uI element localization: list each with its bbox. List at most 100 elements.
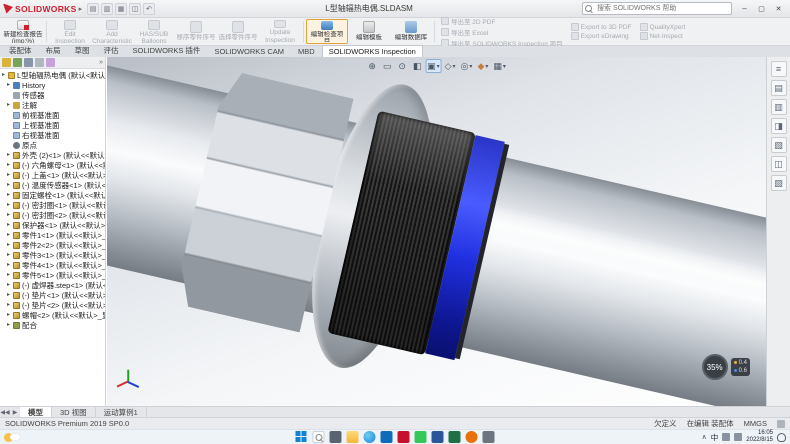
section-view-icon[interactable] [410,59,424,73]
dimxpert-tab[interactable] [35,58,44,67]
tree-item[interactable]: 零件3<1> (默认<<默认>_显示状态 [0,250,105,260]
net-inspect-button[interactable]: Net-Inspect [640,32,686,40]
tree-item[interactable]: 零件4<1> (默认<<默认>_显示状态 [0,260,105,270]
settings-icon[interactable] [483,431,495,443]
tab-assembly[interactable]: 装配体 [2,43,39,57]
tree-item[interactable]: 上视基准面 [0,120,105,130]
tab-layout[interactable]: 布局 [39,43,68,57]
ime-indicator[interactable]: 中 [711,432,719,443]
minimize-button[interactable] [736,1,753,16]
tree-item[interactable]: 保护器<1> (默认<<默认>_显示状 [0,220,105,230]
export-2d-pdf-button[interactable]: 导出至 2D PDF [441,16,563,26]
model-tab[interactable]: 模型 [20,407,52,417]
word-icon[interactable] [432,431,444,443]
configuration-manager-tab[interactable] [24,58,33,67]
export-3d-pdf-button[interactable]: Export to 3D PDF [571,23,632,31]
search-icon[interactable] [313,431,325,443]
weather-widget[interactable] [4,433,20,442]
zoom-fit-icon[interactable] [365,59,379,73]
export-edrawing-button[interactable]: Export eDrawing [571,32,632,40]
features-manager-tab[interactable] [2,58,11,67]
tree-item[interactable]: 原点 [0,140,105,150]
status-options-icon[interactable] [777,420,785,428]
export-excel-button[interactable]: 导出至 Excel [441,27,563,37]
tree-item[interactable]: (-) 六角螺母<1> (默认<<默认>_显 [0,160,105,170]
close-button[interactable] [770,1,787,16]
wechat-icon[interactable] [415,431,427,443]
tree-item[interactable]: 前视基准面 [0,110,105,120]
tree-item[interactable]: (-) 密封圈<2> (默认<<默认>_显示 [0,210,105,220]
excel-icon[interactable] [449,431,461,443]
tree-item[interactable]: 传感器 [0,90,105,100]
file-explorer-icon[interactable] [347,431,359,443]
tree-item[interactable]: 固定螺栓<1> (默认<<默认>_显示 [0,190,105,200]
browser-icon[interactable] [466,431,478,443]
tab-solidworks-cam[interactable]: SOLIDWORKS CAM [207,45,291,57]
tab-scroll-right-icon[interactable] [10,407,20,417]
property-manager-tab[interactable] [13,58,22,67]
graphics-viewport[interactable]: 35% 0.4 0.6 [107,57,766,406]
select-balloons-button[interactable]: 选择零件序号 [217,19,259,44]
display-style-icon[interactable] [443,59,458,73]
edit-template-button[interactable]: 编辑模板 [348,19,390,44]
save-icon[interactable] [115,3,127,15]
print-icon[interactable] [129,3,141,15]
search-input[interactable] [582,2,732,15]
edit-inspection-project-button[interactable]: 编辑检查项目 [306,19,348,44]
balloons-button[interactable]: HAS/SUB Balloons [133,19,175,44]
3d-model[interactable] [107,57,766,406]
3d-views-tab[interactable]: 3D 视图 [52,407,96,417]
store-icon[interactable] [381,431,393,443]
tree-item[interactable]: (-) 密封圈<1> (默认<<默认>_显示 [0,200,105,210]
appearances-icon[interactable] [475,59,490,73]
custom-properties-icon[interactable] [771,156,787,172]
forum-icon[interactable] [771,175,787,191]
qualityxpert-button[interactable]: QualityXpert [640,23,686,31]
tree-item[interactable]: 零件1<1> (默认<<默认>_显示状态 [0,230,105,240]
tab-evaluate[interactable]: 评估 [97,43,126,57]
tree-item-mates[interactable]: 配合 [0,320,105,330]
tree-item[interactable]: 零件2<2> (默认<<默认>_显示状态 [0,240,105,250]
maximize-button[interactable] [753,1,770,16]
hide-items-icon[interactable] [459,59,475,73]
tree-item[interactable]: 螺帽<2> (默认<<默认>_显示状态 [0,310,105,320]
display-manager-tab[interactable] [46,58,55,67]
tree-item[interactable]: 零件5<1> (默认<<默认>_显示状 [0,270,105,280]
tray-expand-icon[interactable] [702,433,707,441]
start-icon[interactable] [296,431,308,443]
tab-mbd[interactable]: MBD [291,45,322,57]
tree-item[interactable]: History [0,80,105,90]
task-view-icon[interactable] [330,431,342,443]
motion-study-tab[interactable]: 运动算例1 [96,407,147,417]
tree-item[interactable]: (-) 上盖<1> (默认<<默认>_显示状 [0,170,105,180]
resources-icon[interactable] [771,61,787,77]
tree-item[interactable]: 右视基准面 [0,130,105,140]
scene-icon[interactable] [491,59,508,73]
tree-item[interactable]: 注解 [0,100,105,110]
open-icon[interactable] [101,3,113,15]
tree-item-root[interactable]: L型轴辐热电偶 (默认<默认_显示状态-1 [0,70,105,80]
zoom-area-icon[interactable] [380,59,394,73]
tab-sketch[interactable]: 草图 [68,43,97,57]
design-library-icon[interactable] [771,80,787,96]
edge-icon[interactable] [364,431,376,443]
tree-item[interactable]: (-) 垫片<1> (默认<<默认>_显示状 [0,290,105,300]
previous-view-icon[interactable] [395,59,409,73]
add-characteristic-button[interactable]: Add Characteristic [91,19,133,44]
tab-solidworks-inspection[interactable]: SOLIDWORKS Inspection [322,45,423,57]
file-explorer-icon[interactable] [771,99,787,115]
tree-item[interactable]: (-) 虚焊器.step<1> (默认<<默认> [0,280,105,290]
tree-item[interactable]: (-) 温度传感器<1> (默认<<默认> [0,180,105,190]
volume-icon[interactable] [734,433,742,441]
tree-item[interactable]: (-) 垫片<2> (默认<<默认>_显示 [0,300,105,310]
clock[interactable]: 16:05 2022/8/15 [746,430,773,444]
new-inspection-report-button[interactable]: 新建检查报告 (imp;%) [2,19,44,44]
notification-bell-icon[interactable] [777,433,786,442]
reorder-balloons-button[interactable]: 移序零件序号 [175,19,217,44]
tree-item[interactable]: 外壳 (2)<1> (默认<<默认>_显示状态 [0,150,105,160]
menu-arrow-icon[interactable] [79,5,83,13]
tab-scroll-left-icon[interactable] [0,407,10,417]
undo-icon[interactable] [143,3,155,15]
new-icon[interactable] [87,3,99,15]
status-units[interactable]: MMGS [744,419,767,428]
